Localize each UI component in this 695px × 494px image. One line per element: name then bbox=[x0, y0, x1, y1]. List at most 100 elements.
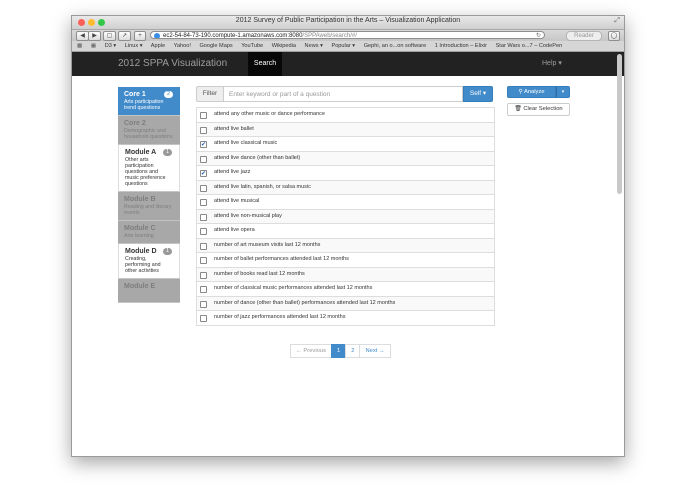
sidebar-item-desc: Reading and literary events bbox=[124, 204, 172, 216]
question-checkbox[interactable] bbox=[200, 138, 207, 152]
question-row[interactable]: number of dance (other than ballet) perf… bbox=[197, 296, 494, 311]
question-label: attend live musical bbox=[214, 198, 260, 204]
question-checkbox[interactable] bbox=[200, 155, 207, 163]
question-row[interactable]: attend live jazz bbox=[197, 166, 494, 181]
question-checkbox[interactable] bbox=[200, 257, 207, 264]
fullscreen-icon[interactable]: ⤢ bbox=[614, 17, 620, 25]
sidebar-item-core-1[interactable]: Core 1 Arts participation trend question… bbox=[118, 87, 180, 116]
site-icon bbox=[154, 33, 160, 38]
question-checkbox[interactable] bbox=[200, 126, 207, 134]
scope-dropdown-button[interactable]: Self ▾ bbox=[463, 86, 493, 102]
question-row[interactable]: attend live classical music bbox=[197, 137, 494, 152]
reload-icon[interactable]: ↻ bbox=[536, 32, 541, 38]
question-label: attend live opera bbox=[214, 227, 255, 233]
question-row[interactable]: attend live musical bbox=[197, 195, 494, 210]
bookmark-item[interactable]: YouTube bbox=[241, 43, 263, 49]
question-row[interactable]: attend live non-musical play bbox=[197, 209, 494, 224]
sidebar-item-desc: Arts participation trend questions bbox=[124, 99, 164, 111]
question-row[interactable]: attend live latin, spanish, or salsa mus… bbox=[197, 180, 494, 195]
share-icon[interactable]: ↗ bbox=[118, 31, 131, 41]
bookmark-item[interactable]: Linux ▾ bbox=[125, 43, 143, 49]
bookmark-item[interactable]: Star Wars o...7 – CodePen bbox=[496, 43, 563, 49]
page-2-button[interactable]: 2 bbox=[345, 344, 361, 358]
question-checkbox[interactable] bbox=[200, 213, 207, 221]
sidebar-item-title: Module E bbox=[124, 283, 156, 290]
title-bar: 2012 Survey of Public Participation in t… bbox=[72, 16, 624, 30]
bookmarks-bar: ▩ ▦ D3 ▾ Linux ▾ Apple Yahoo! Google Map… bbox=[72, 41, 624, 52]
selection-count-badge: 2 bbox=[164, 91, 173, 98]
question-checkbox[interactable] bbox=[200, 315, 207, 322]
bookmark-item[interactable]: Yahoo! bbox=[174, 43, 191, 49]
window-title: 2012 Survey of Public Participation in t… bbox=[235, 17, 461, 24]
question-row[interactable]: number of jazz performances attended las… bbox=[197, 311, 494, 326]
bookmark-item[interactable]: D3 ▾ bbox=[105, 43, 117, 49]
app-brand[interactable]: 2012 SPPA Visualization bbox=[118, 52, 227, 76]
bookmark-item[interactable]: Apple bbox=[151, 43, 165, 49]
question-row[interactable]: attend live ballet bbox=[197, 122, 494, 137]
bookmark-item[interactable]: News ▾ bbox=[305, 43, 323, 49]
analyze-label: Analyze bbox=[523, 89, 545, 95]
forward-button[interactable]: ▶ bbox=[88, 31, 101, 41]
downloads-icon[interactable]: ◯ bbox=[608, 31, 620, 41]
sidebar-item-module-d[interactable]: Module D Creating, performing and other … bbox=[118, 244, 180, 279]
question-list: attend any other music or dance performa… bbox=[196, 107, 495, 326]
reader-button[interactable]: Reader bbox=[566, 31, 602, 41]
sidebar-item-title: Core 2 bbox=[124, 120, 146, 127]
reading-list-icon[interactable]: ▩ bbox=[77, 41, 82, 51]
question-row[interactable]: attend live opera bbox=[197, 224, 494, 239]
filter-label: Filter bbox=[196, 86, 223, 102]
bookmark-item[interactable]: Wikipedia bbox=[272, 43, 296, 49]
question-checkbox[interactable] bbox=[200, 228, 207, 235]
question-label: attend live dance (other than ballet) bbox=[214, 154, 301, 161]
bookmark-item[interactable]: Popular ▾ bbox=[331, 43, 355, 49]
question-label: attend live latin, spanish, or salsa mus… bbox=[214, 183, 311, 190]
analyze-options-caret[interactable]: ▾ bbox=[556, 86, 570, 98]
sidebar-item-module-b[interactable]: Module B Reading and literary events bbox=[118, 192, 180, 221]
question-checkbox[interactable] bbox=[200, 242, 207, 250]
sidebar-toggle-icon[interactable]: ▢ bbox=[103, 31, 116, 41]
question-label: attend live ballet bbox=[214, 125, 254, 132]
question-checkbox[interactable] bbox=[200, 286, 207, 293]
question-checkbox[interactable] bbox=[200, 167, 207, 181]
top-sites-icon[interactable]: ▦ bbox=[91, 41, 96, 51]
question-label: attend live non-musical play bbox=[214, 212, 282, 219]
trash-icon: 🗑 bbox=[514, 106, 522, 112]
help-menu[interactable]: Help ▾ bbox=[542, 52, 562, 76]
filter-bar: Filter Self ▾ bbox=[196, 86, 493, 102]
analyze-button[interactable]: ⚲ Analyze bbox=[507, 86, 556, 98]
bookmark-item[interactable]: Google Maps bbox=[199, 43, 232, 49]
selection-count-badge: 1 bbox=[163, 149, 172, 156]
clear-selection-button[interactable]: 🗑 Clear Selection bbox=[507, 103, 570, 116]
bookmark-item[interactable]: Gephi, an o...on software bbox=[364, 43, 427, 49]
sidebar-item-module-e[interactable]: Module E bbox=[118, 279, 180, 303]
question-row[interactable]: number of books read last 12 months bbox=[197, 267, 494, 282]
filter-input[interactable] bbox=[223, 86, 463, 102]
sidebar-item-module-c[interactable]: Module C Arts learning bbox=[118, 221, 180, 244]
page-scrollbar[interactable] bbox=[617, 54, 622, 194]
sidebar-item-module-a[interactable]: Module A Other arts participation questi… bbox=[118, 145, 180, 192]
module-sidebar: Core 1 Arts participation trend question… bbox=[118, 87, 180, 303]
sidebar-item-desc: Other arts participation questions and m… bbox=[125, 157, 166, 187]
question-checkbox[interactable] bbox=[200, 271, 207, 279]
nav-search-tab[interactable]: Search bbox=[248, 52, 282, 76]
question-checkbox[interactable] bbox=[200, 112, 207, 119]
sidebar-item-core-2[interactable]: Core 2 Demographic and household questio… bbox=[118, 116, 180, 145]
bookmark-item[interactable]: 1 Introduction – Elixir bbox=[435, 43, 487, 49]
question-row[interactable]: attend live dance (other than ballet) bbox=[197, 151, 494, 166]
question-label: attend live jazz bbox=[214, 169, 251, 175]
question-row[interactable]: number of classical music performances a… bbox=[197, 282, 494, 297]
question-row[interactable]: number of ballet performances attended l… bbox=[197, 253, 494, 268]
question-row[interactable]: attend any other music or dance performa… bbox=[197, 108, 494, 123]
question-checkbox[interactable] bbox=[200, 184, 207, 192]
previous-page-button[interactable]: ← Previous bbox=[290, 344, 332, 358]
browser-toolbar: ◀ ▶ ▢ ↗ + ec2-54-84-73-190.compute-1.ama… bbox=[72, 30, 624, 41]
address-bar[interactable]: ec2-54-84-73-190.compute-1.amazonaws.com… bbox=[150, 31, 545, 39]
app-navbar: 2012 SPPA Visualization Search Help ▾ bbox=[72, 52, 624, 76]
new-tab-button[interactable]: + bbox=[134, 31, 146, 41]
question-label: number of classical music performances a… bbox=[214, 285, 373, 291]
page-1-button[interactable]: 1 bbox=[330, 344, 347, 358]
next-page-button[interactable]: Next → bbox=[359, 344, 391, 358]
question-row[interactable]: number of art museum visits last 12 mont… bbox=[197, 238, 494, 253]
question-checkbox[interactable] bbox=[200, 300, 207, 308]
question-checkbox[interactable] bbox=[200, 199, 207, 206]
